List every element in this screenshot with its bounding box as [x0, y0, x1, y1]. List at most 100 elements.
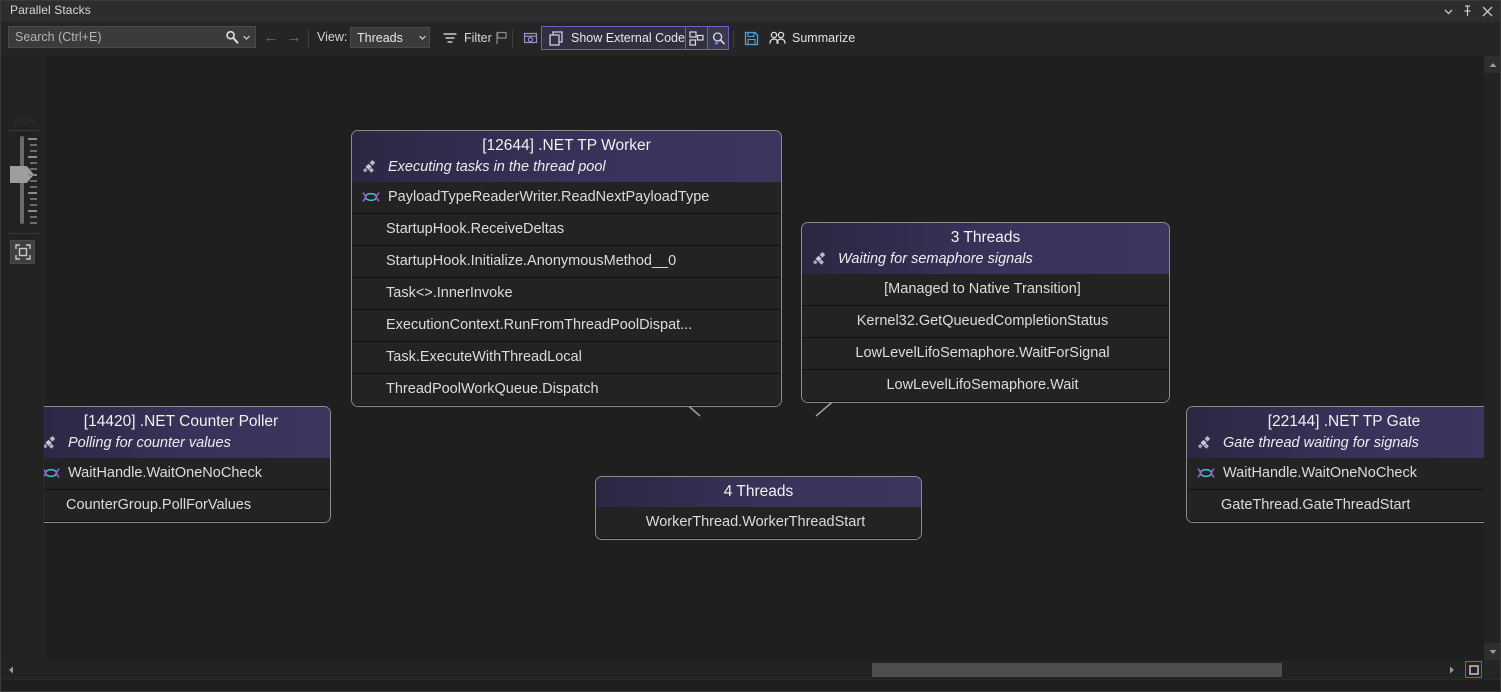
stack-box-counter-poller[interactable]: [14420] .NET Counter Poller Polling for … [31, 406, 331, 523]
stack-frame-text: LowLevelLifoSemaphore.Wait [886, 377, 1078, 393]
scroll-up-arrow-icon[interactable] [1484, 56, 1501, 73]
nav-back-arrow-icon[interactable]: ← [262, 28, 280, 46]
stack-frame-row[interactable]: Task<>.InnerInvoke [352, 278, 781, 310]
stack-box-header: [12644] .NET TP Worker Executing tasks i… [352, 131, 781, 182]
stack-box-status: Executing tasks in the thread pool [352, 158, 781, 182]
pin-icon[interactable] [1458, 2, 1476, 20]
stack-frame-row[interactable]: WaitHandle.WaitOneNoCheck [32, 458, 330, 490]
save-icon[interactable] [740, 27, 762, 49]
threads-dots-icon [362, 159, 380, 175]
stack-box-header: 3 Threads Waiting for semaphore signals [802, 223, 1169, 274]
zoom-slider-ticks [28, 138, 38, 224]
view-mode-select[interactable]: Threads [350, 27, 430, 48]
view-label: View: [317, 30, 347, 44]
stack-box-status: Polling for counter values [32, 434, 330, 458]
show-external-code-label: Show External Code [571, 31, 685, 45]
chevron-down-icon[interactable] [415, 33, 429, 42]
stack-frame-text: Task.ExecuteWithThreadLocal [386, 349, 582, 365]
show-external-code-button[interactable]: Show External Code [541, 26, 693, 50]
horizontal-scrollbar-thumb[interactable] [872, 663, 1282, 677]
stack-frame-row[interactable]: GateThread.GateThreadStart [1187, 490, 1501, 522]
stack-frames: PayloadTypeReaderWriter.ReadNextPayloadT… [352, 182, 781, 406]
stack-frames: WaitHandle.WaitOneNoCheck GateThread.Gat… [1187, 458, 1501, 522]
stack-frame-row[interactable]: ThreadPoolWorkQueue.Dispatch [352, 374, 781, 406]
stack-frames: [Managed to Native Transition] Kernel32.… [802, 274, 1169, 402]
nav-forward-arrow-icon[interactable]: → [285, 28, 303, 46]
toolbar-separator-3 [733, 30, 734, 48]
filter-icon [441, 30, 459, 46]
stack-frame-row[interactable]: Kernel32.GetQueuedCompletionStatus [802, 306, 1169, 338]
stack-box-status: Gate thread waiting for signals [1187, 434, 1501, 458]
stack-frame-text: CounterGroup.PollForValues [66, 497, 251, 513]
rail-edge-divider [43, 56, 44, 660]
zoom-to-thread-icon[interactable] [707, 26, 729, 50]
overview-toggle-icon[interactable] [1465, 661, 1482, 678]
threads-dots-icon [812, 251, 830, 267]
rail-divider-bottom [9, 233, 39, 234]
scroll-right-arrow-icon[interactable] [1443, 661, 1460, 678]
stack-frame-text: Kernel32.GetQueuedCompletionStatus [857, 313, 1109, 329]
stack-box-header: [22144] .NET TP Gate Gate thread waiting… [1187, 407, 1501, 458]
stack-box-title: [12644] .NET TP Worker [352, 131, 781, 158]
stack-frame-text: ExecutionContext.RunFromThreadPoolDispat… [386, 317, 692, 333]
magnifier-icon[interactable] [223, 28, 241, 46]
stack-box-title: 3 Threads [802, 223, 1169, 250]
stack-box-tp-gate[interactable]: [22144] .NET TP Gate Gate thread waiting… [1186, 406, 1501, 523]
stack-frame-row[interactable]: [Managed to Native Transition] [802, 274, 1169, 306]
stack-frame-text: StartupHook.Initialize.AnonymousMethod__… [386, 253, 676, 269]
stack-frame-row[interactable]: LowLevelLifoSemaphore.WaitForSignal [802, 338, 1169, 370]
stack-frame-row[interactable]: LowLevelLifoSemaphore.Wait [802, 370, 1169, 402]
group-by-icon[interactable] [685, 26, 707, 50]
toolbar-separator-1 [308, 30, 309, 48]
toggle-method-view-icon[interactable] [519, 27, 542, 49]
search-input[interactable] [9, 28, 223, 46]
stack-frame-row[interactable]: StartupHook.Initialize.AnonymousMethod__… [352, 246, 781, 278]
filter-button[interactable]: Filter [438, 27, 495, 49]
stack-frame-row[interactable]: ExecutionContext.RunFromThreadPoolDispat… [352, 310, 781, 342]
view-mode-value: Threads [351, 31, 415, 45]
scroll-down-arrow-icon[interactable] [1484, 643, 1501, 660]
threads-dots-icon [1197, 435, 1215, 451]
search-box[interactable] [8, 26, 256, 48]
toolbar: ← → View: Threads Filter [0, 22, 1501, 56]
vertical-scrollbar[interactable] [1484, 56, 1501, 660]
stack-frame-text: PayloadTypeReaderWriter.ReadNextPayloadT… [388, 189, 709, 205]
stack-frame-row[interactable]: WaitHandle.WaitOneNoCheck [1187, 458, 1501, 490]
flag-icon[interactable] [490, 27, 512, 49]
stack-box-worker[interactable]: [12644] .NET TP Worker Executing tasks i… [351, 130, 782, 407]
current-frame-icon [362, 189, 380, 205]
stack-frame-text: WaitHandle.WaitOneNoCheck [1223, 465, 1417, 481]
stack-frames: WaitHandle.WaitOneNoCheck CounterGroup.P… [32, 458, 330, 522]
stack-box-title: [14420] .NET Counter Poller [32, 407, 330, 434]
stack-frame-text: ThreadPoolWorkQueue.Dispatch [386, 381, 599, 397]
fit-to-screen-icon[interactable] [10, 240, 35, 264]
search-options-chevron-down-icon[interactable] [241, 28, 255, 46]
horizontal-scrollbar[interactable] [0, 660, 1484, 680]
stack-frame-text: WorkerThread.WorkerThreadStart [646, 514, 865, 530]
stack-frame-row[interactable]: PayloadTypeReaderWriter.ReadNextPayloadT… [352, 182, 781, 214]
parallel-stacks-canvas[interactable]: [12644] .NET TP Worker Executing tasks i… [0, 56, 1501, 660]
close-icon[interactable] [1478, 2, 1496, 20]
stack-frame-text: Task<>.InnerInvoke [386, 285, 513, 301]
stack-frame-text: StartupHook.ReceiveDeltas [386, 221, 564, 237]
threads-dots-icon [42, 435, 60, 451]
statusbar [0, 679, 1501, 692]
scroll-left-arrow-icon[interactable] [2, 661, 19, 678]
external-code-icon [547, 30, 565, 46]
stack-box-title: 4 Threads [596, 477, 921, 507]
toolbar-separator-2 [512, 30, 513, 48]
window-options-dropdown-icon[interactable] [1439, 2, 1457, 20]
stack-frames: WorkerThread.WorkerThreadStart [596, 507, 921, 539]
stack-frame-row[interactable]: StartupHook.ReceiveDeltas [352, 214, 781, 246]
stack-box-three-threads[interactable]: 3 Threads Waiting for semaphore signals [801, 222, 1170, 403]
zoom-rail: 150% [0, 56, 44, 660]
stack-frame-text: [Managed to Native Transition] [884, 281, 1081, 297]
summarize-button[interactable]: Summarize [764, 26, 859, 50]
stack-box-status: Waiting for semaphore signals [802, 250, 1169, 274]
stack-frame-row[interactable]: WorkerThread.WorkerThreadStart [596, 507, 921, 539]
summarize-label: Summarize [792, 31, 855, 45]
stack-frame-row[interactable]: CounterGroup.PollForValues [32, 490, 330, 522]
stack-box-four-threads[interactable]: 4 Threads WorkerThread.WorkerThreadStart [595, 476, 922, 540]
filter-label: Filter [464, 31, 492, 45]
stack-frame-row[interactable]: Task.ExecuteWithThreadLocal [352, 342, 781, 374]
